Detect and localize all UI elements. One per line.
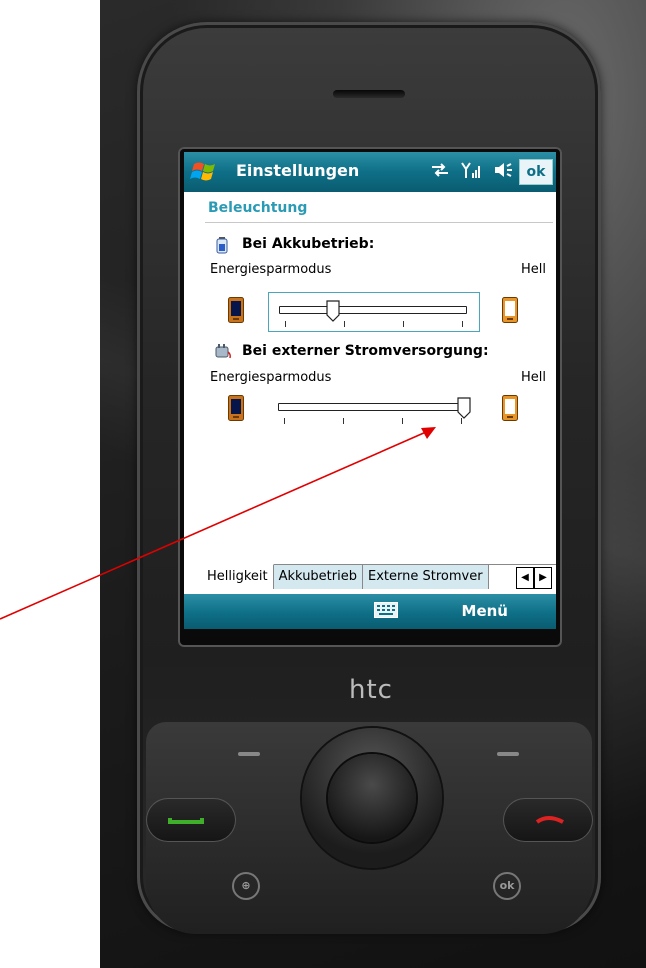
- annotation-arrow: [0, 427, 436, 620]
